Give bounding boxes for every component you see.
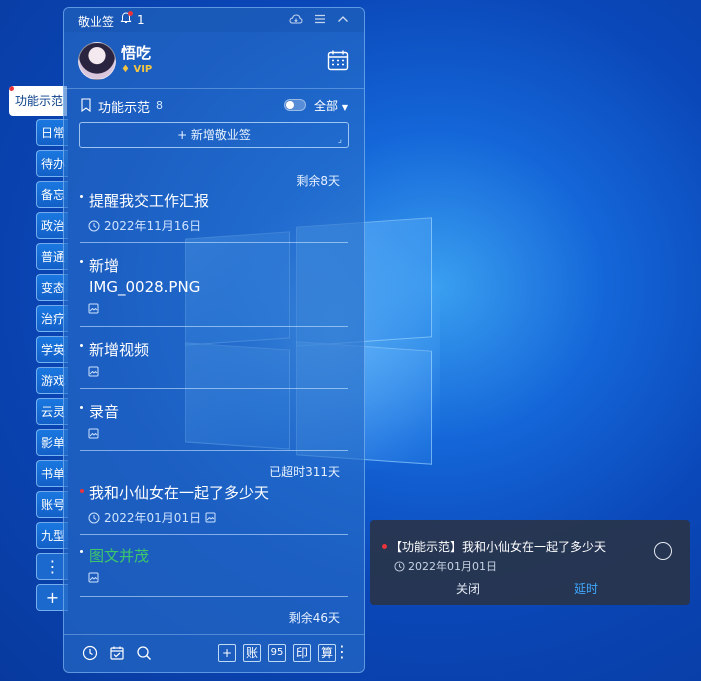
note-title: 新增视频	[89, 341, 150, 359]
note-divider	[80, 326, 348, 327]
group-label: 剩余8天	[296, 174, 340, 188]
note-title: 录音	[89, 403, 120, 421]
header-divider	[64, 88, 364, 89]
toast-delay-button[interactable]: 延时	[574, 580, 598, 597]
note-divider	[80, 450, 348, 451]
note-attachment	[88, 366, 99, 377]
note-attachment	[88, 303, 99, 314]
note-title: 提醒我交工作汇报	[89, 192, 210, 210]
expand-corner-icon: ⌟	[337, 135, 342, 145]
filter-label: 全部	[314, 99, 339, 113]
note-bullet	[80, 195, 83, 198]
cloud-sync-icon[interactable]	[289, 12, 303, 26]
video-attachment-icon	[88, 366, 99, 377]
more-options-icon[interactable]: ⋮	[334, 643, 350, 661]
clock-icon	[88, 512, 100, 523]
avatar[interactable]	[78, 42, 116, 80]
note-divider	[80, 388, 348, 389]
vip-label: VIP	[133, 64, 153, 75]
tab-active[interactable]: 功能示范	[9, 86, 67, 116]
toast-alert-dot	[382, 544, 387, 549]
bottom-toolbar: + 账 95 印 算 ⋮	[64, 634, 364, 672]
note-date-text: 2022年01月01日	[104, 511, 202, 525]
note-date: 2022年01月01日	[88, 509, 216, 526]
clock-reminder-icon[interactable]	[82, 645, 98, 661]
category-title: 功能示范	[98, 101, 151, 116]
note-attachment	[88, 428, 99, 439]
note-item[interactable]: 提醒我交工作汇报 2022年11月16日	[80, 191, 348, 234]
add-note-button[interactable]: + 新增敬业签 ⌟	[79, 122, 349, 148]
note-bullet	[80, 260, 83, 263]
title-bar[interactable]: 敬业签 1	[64, 8, 364, 32]
toast-message: 【功能示范】我和小仙女在一起了多少天	[390, 540, 607, 554]
note-item[interactable]: 录音	[80, 402, 348, 444]
note-date-text: 2022年11月16日	[104, 219, 202, 233]
add-button[interactable]: +	[218, 644, 236, 662]
notes-panel: 敬业签 1 悟吃 ♦ VIP 功能示范 8 全部 ▼ + 新增敬业签 ⌟ 剩余8…	[63, 7, 365, 673]
note-bullet	[80, 406, 83, 409]
audio-attachment-icon	[88, 428, 99, 439]
image-attachment-icon	[205, 512, 216, 523]
clock-icon	[88, 220, 100, 231]
group-label: 剩余46天	[288, 611, 340, 625]
notification-count: 1	[137, 13, 145, 27]
app-name: 敬业签	[78, 15, 115, 29]
note-item[interactable]: 新增 IMG_0028.PNG	[80, 256, 348, 316]
user-profile: 悟吃 ♦ VIP	[64, 32, 364, 92]
note-item[interactable]: 新增视频	[80, 340, 348, 382]
image-attachment-icon	[88, 572, 99, 583]
caret-down-icon: ▼	[341, 103, 348, 112]
toast-date-text: 2022年01月01日	[408, 560, 497, 573]
username: 悟吃	[121, 44, 152, 62]
note-alert-bullet	[80, 489, 84, 493]
bell-alert-dot	[128, 11, 133, 16]
menu-icon[interactable]	[313, 12, 327, 26]
note-title-line1: 新增	[89, 257, 120, 275]
note-title: 图文并茂	[89, 547, 150, 565]
tab-active-label: 功能示范	[15, 94, 64, 108]
toast-close-button[interactable]: 关闭	[456, 580, 480, 597]
add-note-label: + 新增敬业签	[177, 128, 251, 142]
collapse-chevron-up-icon[interactable]	[336, 12, 350, 26]
category-header: 功能示范 8 全部 ▼	[64, 96, 364, 118]
print-button[interactable]: 印	[293, 644, 311, 662]
filter-dropdown[interactable]: 全部 ▼	[314, 97, 348, 114]
clock-icon	[394, 560, 405, 572]
note-divider	[80, 596, 348, 597]
toast-date: 2022年01月01日	[394, 558, 497, 574]
active-tab-dot	[9, 86, 14, 91]
note-date: 2022年11月16日	[88, 217, 201, 234]
calendar-icon[interactable]	[326, 48, 350, 72]
note-attachment	[88, 572, 99, 583]
number-button[interactable]: 95	[268, 644, 286, 662]
note-item[interactable]: 我和小仙女在一起了多少天 2022年01月01日	[80, 483, 348, 526]
image-attachment-icon	[88, 303, 99, 314]
note-title: 我和小仙女在一起了多少天	[89, 484, 270, 502]
toast-complete-checkbox[interactable]	[654, 542, 672, 560]
bookmark-icon	[81, 98, 91, 112]
vip-badge: ♦ VIP	[121, 64, 153, 75]
search-icon[interactable]	[136, 645, 152, 661]
group-label: 已超时311天	[269, 465, 340, 479]
note-divider	[80, 534, 348, 535]
reminder-toast: 【功能示范】我和小仙女在一起了多少天 2022年01月01日 关闭 延时	[370, 520, 690, 605]
category-count: 8	[156, 99, 163, 112]
note-title-line2: IMG_0028.PNG	[89, 278, 201, 296]
calendar-check-icon[interactable]	[109, 645, 125, 661]
note-item[interactable]: 图文并茂	[80, 546, 348, 588]
note-bullet	[80, 550, 83, 553]
ledger-button[interactable]: 账	[243, 644, 261, 662]
note-bullet	[80, 344, 83, 347]
note-title: 新增 IMG_0028.PNG	[89, 256, 200, 298]
note-divider	[80, 242, 348, 243]
view-toggle[interactable]	[284, 99, 306, 111]
